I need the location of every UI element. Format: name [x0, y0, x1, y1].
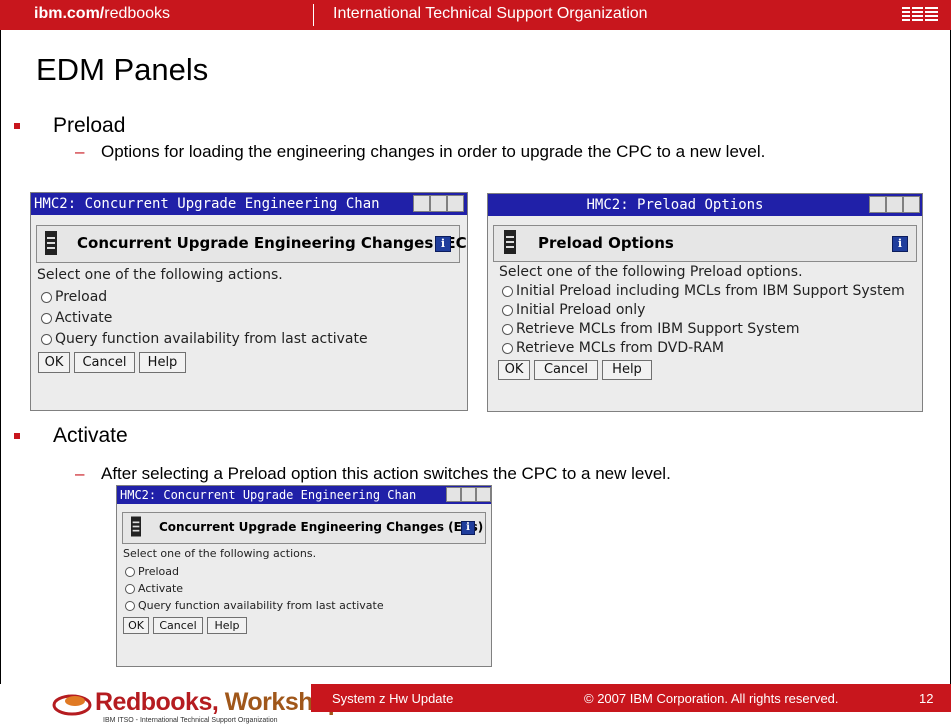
- info-icon[interactable]: i: [461, 521, 475, 535]
- panel-title: Preload Options: [538, 234, 674, 252]
- help-button[interactable]: Help: [602, 360, 652, 380]
- document-icon: [131, 516, 141, 537]
- close-icon[interactable]: [476, 487, 491, 502]
- radio-initial-preload-only[interactable]: Initial Preload only: [502, 302, 645, 318]
- logo-word-redbooks: Redbooks: [95, 688, 212, 716]
- minimize-icon[interactable]: [869, 196, 886, 213]
- dash-icon: –: [75, 464, 85, 483]
- prompt-text: Select one of the following actions.: [123, 547, 317, 560]
- ok-button[interactable]: OK: [498, 360, 530, 380]
- header-separator: [313, 4, 314, 26]
- section-heading-preload: Preload: [53, 114, 126, 137]
- site-link[interactable]: ibm.com/redbooks: [34, 5, 170, 23]
- slide-title: EDM Panels: [36, 52, 209, 87]
- maximize-icon[interactable]: [886, 196, 903, 213]
- page-number: 12: [919, 691, 934, 706]
- minimize-icon[interactable]: [413, 195, 430, 212]
- ibm-logo: [902, 7, 938, 21]
- preload-options-window: HMC2: Preload Options Preload Options i …: [487, 193, 923, 412]
- panel-header: Concurrent Upgrade Engineering Changes (…: [122, 512, 486, 544]
- bullet-icon: [14, 123, 20, 129]
- radio-retrieve-mcls-support[interactable]: Retrieve MCLs from IBM Support System: [502, 321, 800, 337]
- help-button[interactable]: Help: [139, 352, 186, 373]
- footer-bar: System z Hw Update © 2007 IBM Corporatio…: [311, 684, 951, 712]
- copyright-text: © 2007 IBM Corporation. All rights reser…: [584, 691, 839, 706]
- minimize-icon[interactable]: [446, 487, 461, 502]
- radio-query-function[interactable]: Query function availability from last ac…: [41, 331, 368, 347]
- section-description-activate: After selecting a Preload option this ac…: [101, 464, 671, 483]
- window-title: HMC2: Concurrent Upgrade Engineering Cha…: [34, 196, 380, 212]
- section-heading-activate: Activate: [53, 424, 128, 447]
- panel-title: Concurrent Upgrade Engineering Changes (…: [77, 234, 468, 252]
- section-description-preload: Options for loading the engineering chan…: [101, 142, 766, 161]
- upgrade-ec-window-activate: HMC2: Concurrent Upgrade Engineering Cha…: [116, 485, 492, 667]
- org-name: International Technical Support Organiza…: [333, 5, 648, 22]
- window-titlebar[interactable]: HMC2: Concurrent Upgrade Engineering Cha…: [31, 193, 467, 215]
- header-bar: ibm.com/redbooks International Technical…: [0, 0, 951, 30]
- panel-header: Preload Options i: [493, 225, 917, 262]
- logo-tagline: IBM ITSO - International Technical Suppo…: [103, 717, 278, 724]
- panel-header: Concurrent Upgrade Engineering Changes (…: [36, 225, 467, 263]
- ok-button[interactable]: OK: [123, 617, 149, 634]
- radio-preload[interactable]: Preload: [125, 565, 179, 578]
- panel-title: Concurrent Upgrade Engineering Changes (…: [159, 520, 484, 534]
- document-icon: [504, 230, 516, 254]
- window-title: HMC2: Concurrent Upgrade Engineering Cha…: [120, 488, 417, 502]
- prompt-text: Select one of the following Preload opti…: [499, 264, 803, 280]
- document-icon: [45, 231, 57, 255]
- cancel-button[interactable]: Cancel: [534, 360, 598, 380]
- upgrade-ec-window-preload: HMC2: Concurrent Upgrade Engineering Cha…: [30, 192, 468, 411]
- radio-preload[interactable]: Preload: [41, 289, 107, 305]
- close-icon[interactable]: [447, 195, 464, 212]
- course-name: System z Hw Update: [332, 691, 454, 706]
- window-title: HMC2: Preload Options: [586, 197, 764, 213]
- redbooks-swoosh-icon: [52, 694, 92, 716]
- radio-activate[interactable]: Activate: [41, 310, 112, 326]
- maximize-icon[interactable]: [461, 487, 476, 502]
- dash-icon: –: [75, 142, 85, 161]
- bullet-icon: [14, 433, 20, 439]
- cancel-button[interactable]: Cancel: [153, 617, 203, 634]
- maximize-icon[interactable]: [430, 195, 447, 212]
- info-icon[interactable]: i: [435, 236, 451, 252]
- radio-initial-preload-mcls[interactable]: Initial Preload including MCLs from IBM …: [502, 283, 905, 299]
- prompt-text: Select one of the following actions.: [37, 267, 283, 283]
- radio-query-function[interactable]: Query function availability from last ac…: [125, 599, 384, 612]
- close-icon[interactable]: [903, 196, 920, 213]
- info-icon[interactable]: i: [892, 236, 908, 252]
- cancel-button[interactable]: Cancel: [74, 352, 135, 373]
- help-button[interactable]: Help: [207, 617, 247, 634]
- radio-retrieve-mcls-dvd[interactable]: Retrieve MCLs from DVD-RAM: [502, 340, 724, 356]
- window-titlebar[interactable]: HMC2: Preload Options: [488, 194, 922, 216]
- radio-activate[interactable]: Activate: [125, 582, 183, 595]
- ok-button[interactable]: OK: [38, 352, 70, 373]
- window-titlebar[interactable]: HMC2: Concurrent Upgrade Engineering Cha…: [117, 486, 491, 504]
